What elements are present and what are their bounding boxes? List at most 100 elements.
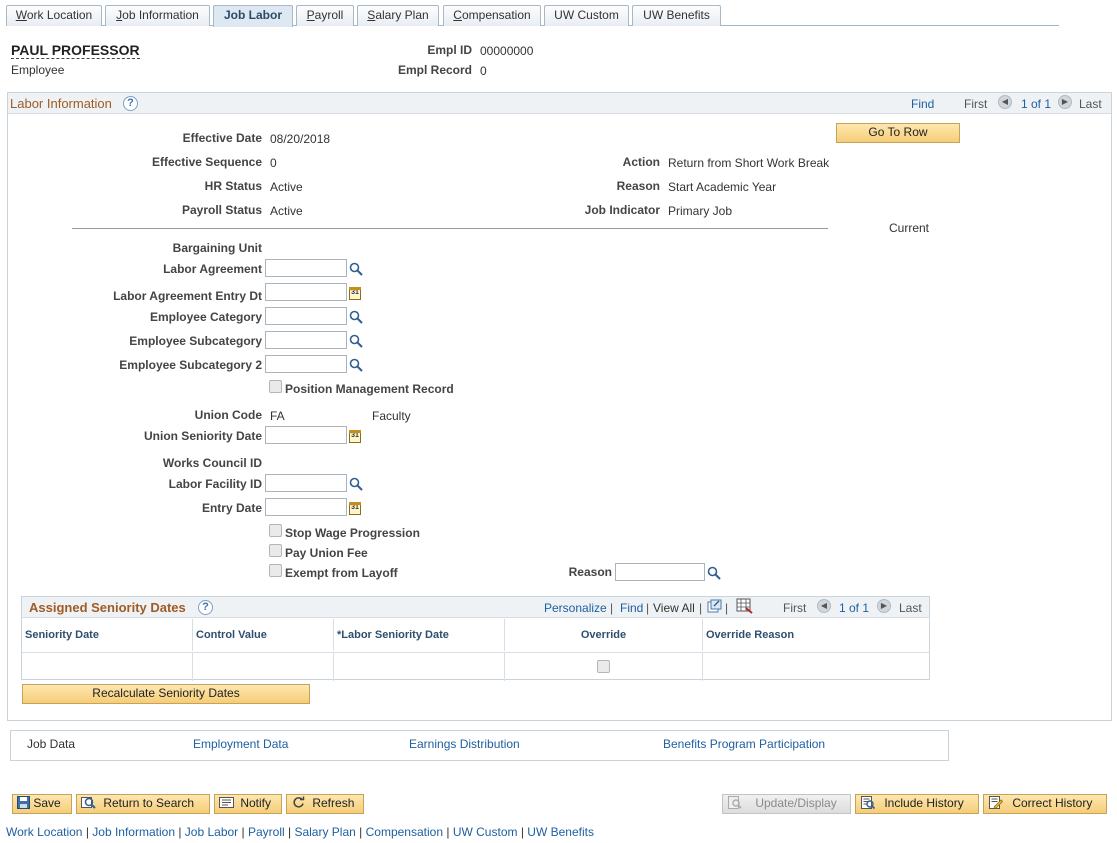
save-button[interactable]: Save (12, 794, 72, 814)
bottom-link-work-location[interactable]: Work Location (6, 825, 82, 839)
return-to-search-icon (81, 797, 96, 809)
stop-wage-progression-label: Stop Wage Progression (285, 526, 420, 540)
employee-subcategory-input[interactable] (265, 331, 347, 349)
go-to-row-button[interactable]: Go To Row (836, 123, 960, 143)
earnings-distribution-link[interactable]: Earnings Distribution (409, 737, 520, 751)
exempt-from-layoff-checkbox[interactable] (269, 564, 282, 577)
update-display-label: Update/Display (755, 796, 837, 810)
tab-uw-benefits[interactable]: UW Benefits (632, 5, 721, 26)
return-to-search-button[interactable]: Return to Search (76, 794, 210, 814)
labor-facility-id-input[interactable] (265, 474, 347, 492)
last-label: Last (1079, 97, 1102, 111)
recalculate-seniority-dates-button[interactable]: Recalculate Seniority Dates (22, 684, 310, 704)
tab-uw-custom[interactable]: UW Custom (544, 5, 629, 26)
labor-agreement-entry-dt-input[interactable] (265, 283, 347, 301)
previous-row-icon[interactable]: ◀ (817, 599, 831, 613)
save-icon (17, 796, 30, 809)
search-icon[interactable] (349, 310, 363, 324)
previous-row-icon[interactable]: ◀ (998, 95, 1012, 109)
tab-label: ob Information (122, 8, 199, 22)
grid-row-count: 1 of 1 (839, 601, 870, 615)
column-header-seniority-date[interactable]: Seniority Date (22, 619, 193, 651)
tab-work-location[interactable]: Work Location (6, 5, 102, 26)
pay-union-fee-checkbox[interactable] (269, 544, 282, 557)
bottom-page-links: Work Location | Job Information | Job La… (6, 825, 594, 839)
entry-date-label: Entry Date (201, 501, 262, 515)
stop-wage-progression-checkbox[interactable] (269, 524, 282, 537)
employment-data-link[interactable]: Employment Data (193, 737, 288, 751)
employee-category-input[interactable] (265, 307, 347, 325)
layoff-reason-input[interactable] (615, 563, 705, 581)
next-row-icon[interactable]: ▶ (1058, 95, 1072, 109)
labor-facility-id-label: Labor Facility ID (168, 477, 262, 491)
effective-date-value: 08/20/2018 (270, 132, 331, 146)
column-header-override[interactable]: Override (505, 619, 703, 651)
position-management-checkbox[interactable] (269, 380, 282, 393)
tab-label-accel: P (306, 8, 315, 22)
personalize-link[interactable]: Personalize (544, 601, 607, 615)
include-history-button[interactable]: Include History (855, 794, 979, 814)
seniority-grid-title: Assigned Seniority Dates (29, 600, 186, 615)
bottom-link-job-labor[interactable]: Job Labor (185, 825, 238, 839)
tab-label-accel: W (15, 8, 27, 22)
correct-history-icon (989, 796, 1004, 810)
tab-label: UW Benefits (643, 8, 710, 22)
bottom-link-payroll[interactable]: Payroll (248, 825, 285, 839)
correct-history-button[interactable]: Correct History (983, 794, 1107, 814)
benefits-program-participation-link[interactable]: Benefits Program Participation (663, 737, 825, 751)
bottom-link-compensation[interactable]: Compensation (366, 825, 443, 839)
payroll-status-label: Payroll Status (181, 203, 262, 217)
tab-label: ork Location (26, 8, 93, 22)
correct-history-label: Correct History (1012, 796, 1093, 810)
search-icon[interactable] (707, 566, 721, 580)
tab-job-information[interactable]: Job Information (105, 5, 210, 26)
notify-button[interactable]: Notify (214, 794, 282, 814)
tab-salary-plan[interactable]: Salary Plan (357, 5, 439, 26)
search-icon[interactable] (349, 477, 363, 491)
entry-date-input[interactable] (265, 498, 347, 516)
cell-override (505, 653, 703, 681)
new-window-icon[interactable] (707, 599, 722, 613)
update-display-button[interactable]: Update/Display (722, 794, 851, 814)
tab-compensation[interactable]: Compensation (443, 5, 541, 26)
search-icon[interactable] (349, 262, 363, 276)
view-all-link[interactable]: View All (653, 601, 695, 615)
labor-information-title: Labor Information (10, 96, 112, 111)
include-history-label: Include History (884, 796, 964, 810)
search-icon[interactable] (349, 334, 363, 348)
union-seniority-date-input[interactable] (265, 426, 347, 444)
exempt-from-layoff-label: Exempt from Layoff (285, 566, 398, 580)
action-label: Action (622, 155, 660, 169)
calendar-icon[interactable]: 31 (349, 430, 361, 443)
row-count: 1 of 1 (1021, 97, 1052, 111)
employee-name[interactable]: PAUL PROFESSOR (11, 42, 140, 59)
bottom-link-salary-plan[interactable]: Salary Plan (294, 825, 355, 839)
calendar-icon[interactable]: 31 (349, 287, 361, 300)
bottom-link-uw-custom[interactable]: UW Custom (453, 825, 518, 839)
bottom-link-job-information[interactable]: Job Information (92, 825, 175, 839)
override-checkbox[interactable] (597, 660, 610, 673)
tab-payroll[interactable]: Payroll (296, 5, 354, 26)
help-icon[interactable]: ? (123, 96, 138, 111)
labor-agreement-input[interactable] (265, 259, 347, 277)
tab-job-labor[interactable]: Job Labor (213, 5, 293, 27)
pay-union-fee-label: Pay Union Fee (285, 546, 368, 560)
help-icon[interactable]: ? (198, 600, 213, 615)
column-header-labor-seniority-date[interactable]: *Labor Seniority Date (334, 619, 505, 651)
grid-last-label: Last (899, 601, 922, 615)
search-icon[interactable] (349, 358, 363, 372)
download-to-excel-icon[interactable] (736, 598, 753, 614)
job-indicator-value: Primary Job (668, 204, 733, 218)
refresh-button[interactable]: Refresh (286, 794, 364, 814)
separator: | (725, 601, 729, 615)
union-code-value: FA (270, 409, 285, 423)
next-row-icon[interactable]: ▶ (877, 599, 891, 613)
bottom-link-uw-benefits[interactable]: UW Benefits (527, 825, 594, 839)
grid-find-link[interactable]: Find (620, 601, 643, 615)
employee-subcategory-2-input[interactable] (265, 355, 347, 373)
find-link[interactable]: Find (911, 97, 934, 111)
cell-labor-seniority-date (334, 653, 505, 681)
calendar-icon[interactable]: 31 (349, 502, 361, 515)
column-header-override-reason[interactable]: Override Reason (703, 619, 930, 651)
column-header-control-value[interactable]: Control Value (193, 619, 334, 651)
